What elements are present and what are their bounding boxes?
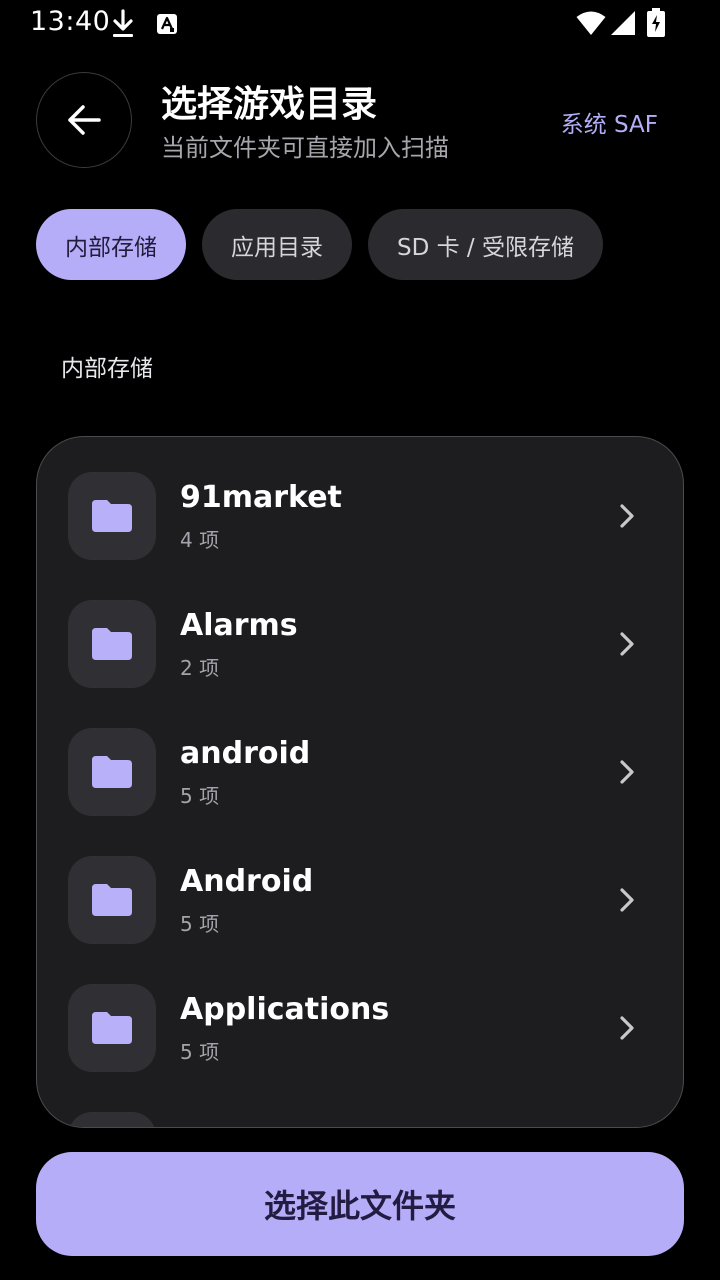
folder-item-count: 5 项 <box>180 1040 220 1064</box>
a-badge-icon <box>157 14 177 34</box>
chevron-right-icon <box>620 504 634 528</box>
system-saf-button[interactable]: 系统 SAF <box>561 105 658 139</box>
tab-sd-card[interactable]: SD 卡 / 受限存储 <box>368 209 603 280</box>
page-title: 选择游戏目录 <box>161 84 378 125</box>
folder-item-count: 5 项 <box>180 784 220 808</box>
wifi-icon <box>576 11 606 35</box>
folder-name: Android <box>180 864 314 899</box>
storage-tabs: 内部存储 应用目录 SD 卡 / 受限存储 <box>36 209 603 280</box>
status-bar: 13:40 <box>0 0 720 48</box>
folder-icon-box <box>68 856 156 944</box>
folder-icon-box <box>68 728 156 816</box>
folder-list: 91market 4 项 Alarms 2 项 android 5 项 Andr… <box>36 436 684 1128</box>
folder-icon <box>92 756 132 788</box>
folder-row[interactable]: Applications 5 项 <box>37 949 683 1077</box>
folder-row[interactable]: 91market 4 项 <box>37 437 683 565</box>
folder-row-partial[interactable] <box>37 1077 683 1127</box>
folder-icon-box <box>68 984 156 1072</box>
folder-icon <box>92 628 132 660</box>
folder-icon <box>92 500 132 532</box>
download-icon <box>113 9 133 37</box>
folder-name: android <box>180 736 311 771</box>
signal-icon <box>611 11 635 35</box>
folder-icon <box>92 884 132 916</box>
folder-icon-box <box>68 472 156 560</box>
folder-icon-box <box>68 1112 156 1127</box>
folder-name: 91market <box>180 480 342 515</box>
back-button[interactable] <box>36 72 132 168</box>
folder-item-count: 4 项 <box>180 528 220 552</box>
folder-row[interactable]: android 5 项 <box>37 693 683 821</box>
folder-name: Alarms <box>180 608 298 643</box>
chevron-right-icon <box>620 888 634 912</box>
section-label: 内部存储 <box>61 356 153 382</box>
folder-name: Applications <box>180 992 390 1027</box>
battery-charging-icon <box>647 8 665 37</box>
arrow-left-icon <box>68 105 101 135</box>
folder-row[interactable]: Alarms 2 项 <box>37 565 683 693</box>
tab-internal-storage[interactable]: 内部存储 <box>36 209 186 280</box>
folder-icon <box>92 1012 132 1044</box>
screen: 13:40 选择游戏目录 当前文件夹可直接加入扫描 系统 SAF 内部存储 应用… <box>0 0 720 1280</box>
folder-icon-box <box>68 600 156 688</box>
folder-row[interactable]: Android 5 项 <box>37 821 683 949</box>
status-time: 13:40 <box>30 6 111 37</box>
chevron-right-icon <box>620 760 634 784</box>
page-subtitle: 当前文件夹可直接加入扫描 <box>161 134 449 162</box>
folder-item-count: 2 项 <box>180 656 220 680</box>
select-folder-button[interactable]: 选择此文件夹 <box>36 1152 684 1256</box>
tab-app-directory[interactable]: 应用目录 <box>202 209 352 280</box>
chevron-right-icon <box>620 1016 634 1040</box>
chevron-right-icon <box>620 632 634 656</box>
folder-item-count: 5 项 <box>180 912 220 936</box>
